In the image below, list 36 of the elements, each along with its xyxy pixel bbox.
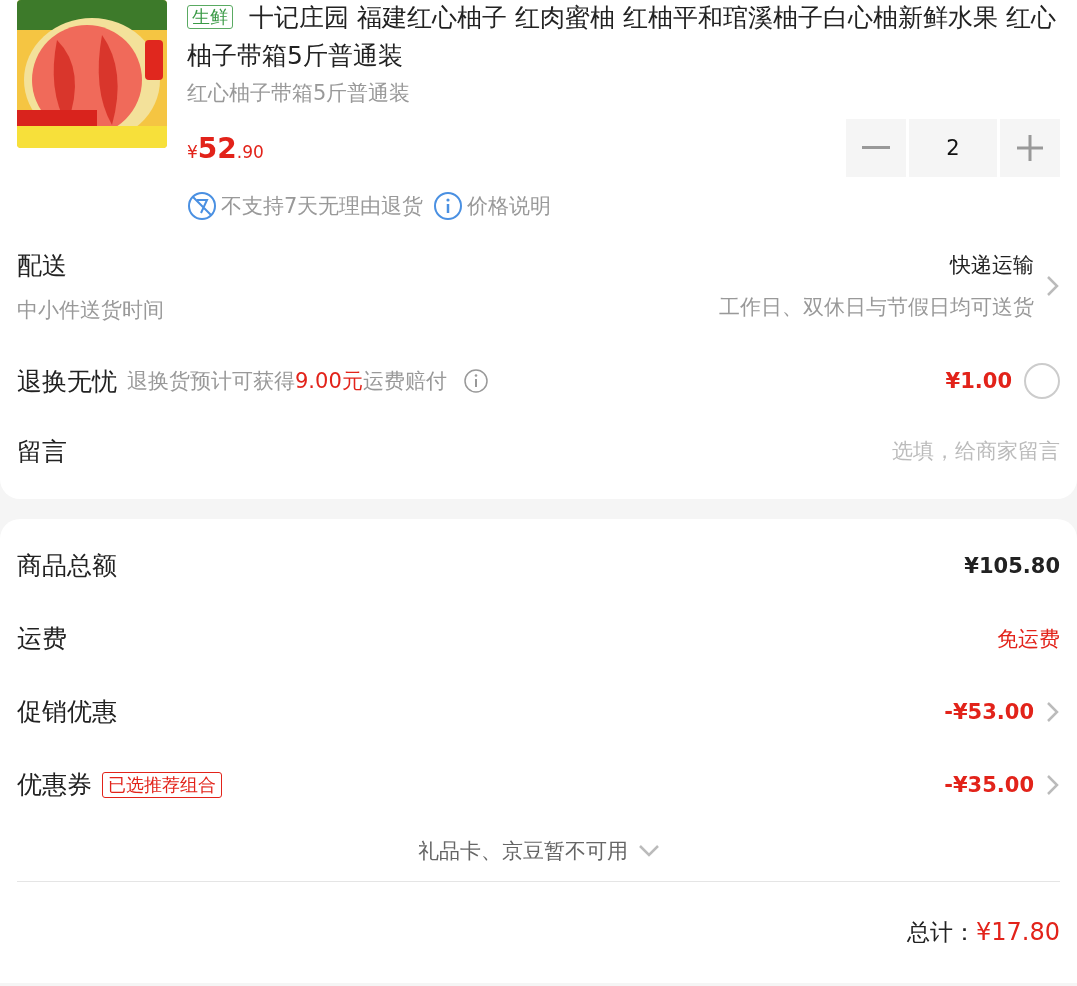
info-icon (433, 191, 464, 221)
note-text: 不支持7天无理由退货 (221, 193, 424, 220)
quantity-field[interactable]: 2 (909, 119, 997, 177)
summary-label: 优惠券 (17, 769, 92, 801)
delivery-label: 配送 (17, 249, 67, 282)
chevron-down-icon[interactable] (637, 844, 660, 858)
plus-icon (1017, 135, 1043, 161)
increase-button[interactable] (1000, 119, 1060, 177)
minus-icon (862, 146, 890, 150)
return-radio[interactable] (1024, 363, 1060, 399)
gift-note[interactable]: 礼品卡、京豆暂不可用 (417, 837, 628, 865)
product-title: 生鲜 十记庄园 福建红心柚子 红肉蜜柚 红柚平和琯溪柚子白心柚新鲜水果 红心柚子带箱5斤普通装 (187, 2, 1057, 72)
coupon-tag: 已选推荐组合 (102, 771, 222, 798)
return-price: ¥1.00 (945, 369, 1012, 393)
no-return-icon (187, 191, 217, 221)
decrease-button[interactable] (846, 119, 906, 177)
return-label: 退换无忧 (17, 365, 117, 398)
summary-label: 运费 (17, 623, 67, 655)
summary-value: 免运费 (997, 625, 1060, 653)
summary-label: 促销优惠 (17, 696, 117, 728)
message-label: 留言 (17, 435, 67, 468)
summary-value: ¥105.80 (964, 553, 1060, 578)
product-price: ¥52.90 (187, 131, 264, 165)
chevron-icon (1046, 275, 1060, 297)
total-label: 总计： (907, 917, 976, 947)
return-description: 退换货预计可获得9.00元运费赔付 (127, 368, 447, 395)
summary-value: -¥53.00 (944, 699, 1034, 724)
product-spec: 红心柚子带箱5斤普通装 (187, 80, 412, 107)
fresh-tag: 生鲜 (187, 5, 233, 29)
delivery-method: 快递运输 (950, 252, 1034, 279)
delivery-time-label: 中小件送货时间 (17, 296, 164, 324)
info-icon[interactable] (462, 368, 489, 394)
total-amount: ¥17.80 (976, 918, 1060, 946)
summary-label: 商品总额 (17, 550, 117, 582)
summary-value: -¥35.00 (944, 772, 1034, 797)
delivery-time-note: 工作日、双休日与节假日均可送货 (719, 294, 1034, 321)
